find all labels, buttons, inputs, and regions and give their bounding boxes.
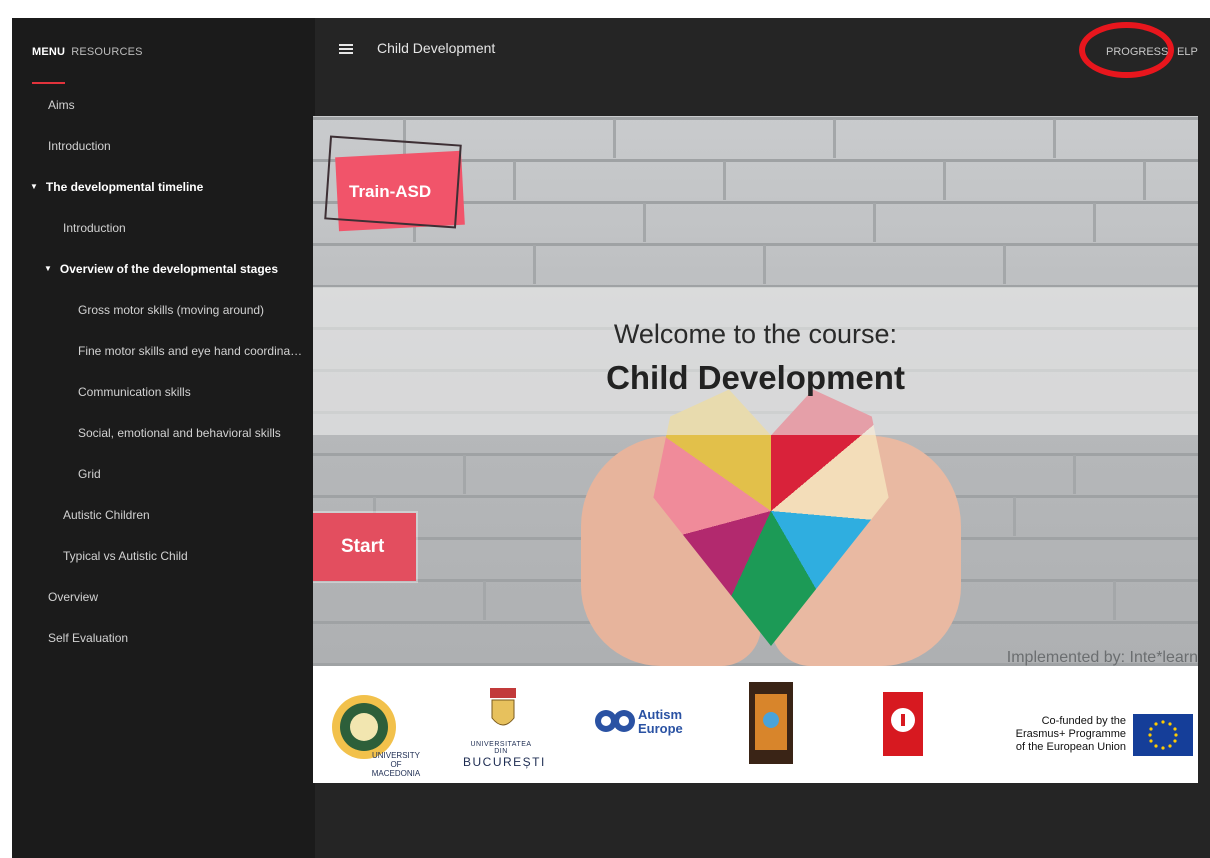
- start-button[interactable]: Start: [313, 513, 416, 581]
- cofunded-text: Co-funded by the Erasmus+ Programme of t…: [1015, 715, 1126, 753]
- sidebar-item-introduction[interactable]: Introduction: [12, 125, 315, 166]
- sidebar-item-label: Autistic Children: [63, 507, 150, 522]
- pesea-logo: [749, 682, 793, 764]
- sidebar-item-fine-motor[interactable]: Fine motor skills and eye hand coordinat…: [12, 330, 315, 371]
- autism-europe-line2: Europe: [638, 721, 683, 736]
- sidebar-item-overview[interactable]: Overview: [12, 576, 315, 617]
- logo-text: Train-ASD: [349, 182, 432, 201]
- brick-joint: [643, 203, 646, 242]
- university-macedonia-text: UNIVERSITY OF MACEDONIA: [371, 751, 421, 778]
- annotation-circle: [1079, 22, 1174, 78]
- brick-joint: [533, 245, 536, 284]
- sidebar-item-aims[interactable]: Aims: [12, 84, 315, 125]
- caret-down-icon: ▼: [30, 182, 38, 191]
- sidebar-item-label: Typical vs Autistic Child: [63, 548, 188, 563]
- brick-joint: [513, 161, 516, 200]
- train-asd-logo: Train-ASD: [324, 124, 477, 254]
- brick-joint: [1073, 455, 1076, 494]
- autism-europe-text: Autism Europe: [638, 708, 683, 736]
- sidebar-item-label: Self Evaluation: [48, 630, 129, 645]
- brick-joint: [833, 119, 836, 158]
- sidebar-item-label: Introduction: [48, 138, 111, 153]
- eu-flag-icon: [1133, 714, 1193, 756]
- bucuresti-line1: UNIVERSITATEA DIN: [470, 741, 532, 755]
- sidebar-item-social-emotional[interactable]: Social, emotional and behavioral skills: [12, 412, 315, 453]
- sidebar: MENU RESOURCES Aims Introduction ▼ The de…: [12, 18, 315, 858]
- brick-joint: [723, 161, 726, 200]
- sidebar-item-autistic-children[interactable]: Autistic Children: [12, 494, 315, 535]
- sidebar-item-timeline-introduction[interactable]: Introduction: [12, 207, 315, 248]
- brick-joint: [1003, 245, 1006, 284]
- course-hero: Train-ASD Welcome to the course: Child D…: [313, 116, 1198, 666]
- brick-joint: [763, 245, 766, 284]
- welcome-text: Welcome to the course:: [613, 319, 898, 349]
- brick-joint: [1053, 119, 1056, 158]
- sidebar-item-label: Social, emotional and behavioral skills: [78, 425, 281, 440]
- autism-europe-mark: [595, 710, 635, 732]
- help-link[interactable]: ELP: [1177, 46, 1198, 58]
- sidebar-item-label: Gross motor skills (moving around): [78, 302, 265, 317]
- sidebar-item-grid[interactable]: Grid: [12, 453, 315, 494]
- eu-stars-icon: [1148, 720, 1178, 750]
- sidebar-item-label: Overview: [48, 589, 99, 604]
- caret-down-icon: ▼: [44, 264, 52, 273]
- sidebar-menu: Aims Introduction ▼ The developmental tim…: [12, 84, 315, 658]
- hands-heart-image: [581, 389, 961, 666]
- sidebar-item-label: Introduction: [63, 220, 126, 235]
- sidebar-item-label: Overview of the developmental stages: [59, 261, 278, 276]
- sidebar-item-self-evaluation[interactable]: Self Evaluation: [12, 617, 315, 658]
- sidebar-item-communication[interactable]: Communication skills: [12, 371, 315, 412]
- sidebar-item-label: The developmental timeline: [45, 179, 204, 194]
- sponsor-strip: UNIVERSITY OF MACEDONIA UNIVERSITATEA DI…: [313, 666, 1198, 783]
- sidebar-tabs: MENU RESOURCES: [32, 46, 143, 86]
- brick-joint: [943, 161, 946, 200]
- brick-joint: [1093, 203, 1096, 242]
- sidebar-item-label: Grid: [78, 466, 101, 481]
- sidebar-item-label: Aims: [48, 97, 75, 112]
- implemented-by-text: Implemented by: Inte*learn: [1006, 649, 1198, 666]
- intelearn-logo: [883, 692, 923, 756]
- sidebar-item-typical-vs-autistic[interactable]: Typical vs Autistic Child: [12, 535, 315, 576]
- brick-joint: [1143, 161, 1146, 200]
- tab-resources[interactable]: RESOURCES: [71, 46, 142, 86]
- hero-course-name: Child Development: [606, 359, 905, 396]
- brick-joint: [483, 581, 486, 620]
- hamburger-menu-icon[interactable]: [339, 44, 353, 54]
- sidebar-item-label: Fine motor skills and eye hand coordinat…: [78, 343, 303, 358]
- brick-joint: [1113, 581, 1116, 620]
- sidebar-item-developmental-timeline[interactable]: ▼ The developmental timeline: [12, 166, 315, 207]
- tab-menu[interactable]: MENU: [32, 46, 65, 86]
- bucuresti-line2: BUCUREȘTI: [463, 755, 546, 769]
- bucuresti-caption: UNIVERSITATEA DIN BUCUREȘTI: [463, 741, 546, 769]
- bucuresti-crest: [490, 688, 516, 726]
- brick-joint: [613, 119, 616, 158]
- sidebar-item-overview-stages[interactable]: ▼ Overview of the developmental stages: [12, 248, 315, 289]
- brick-joint: [873, 203, 876, 242]
- brick-joint: [463, 455, 466, 494]
- top-bar: Child Development PROGRESS ELP: [315, 18, 1210, 80]
- sidebar-item-gross-motor[interactable]: Gross motor skills (moving around): [12, 289, 315, 330]
- course-title: Child Development: [377, 40, 496, 56]
- sidebar-item-label: Communication skills: [78, 384, 191, 399]
- autism-europe-line1: Autism: [638, 707, 683, 722]
- brick-joint: [1013, 497, 1016, 536]
